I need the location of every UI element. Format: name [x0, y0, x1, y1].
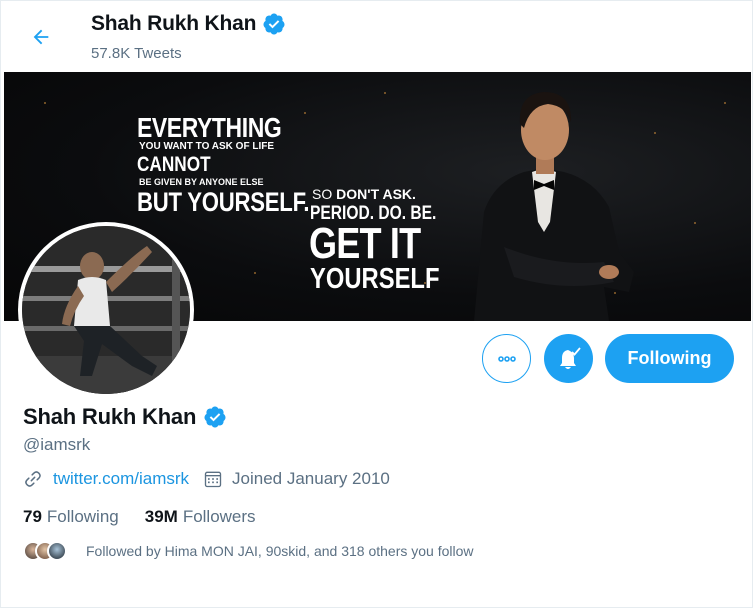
profile-avatar[interactable] — [18, 222, 194, 398]
following-button[interactable]: Following — [605, 334, 734, 383]
avatar-image — [22, 226, 190, 394]
more-horizontal-icon — [497, 355, 516, 362]
joined-date: Joined January 2010 — [232, 469, 390, 488]
followed-by-text: Followed by Hima MON JAI, 90skid, and 31… — [86, 543, 474, 559]
bell-check-icon — [559, 346, 581, 369]
link-icon — [25, 471, 41, 487]
followers-count: 39M — [144, 507, 178, 526]
follow-stats: 79 Following 39M Followers — [23, 507, 256, 527]
banner-text-line: BUT YOURSELF. — [137, 187, 310, 217]
followers-count-link[interactable]: 39M Followers — [145, 507, 256, 527]
header-title: Shah Rukh Khan — [91, 12, 286, 36]
profile-name: Shah Rukh Khan — [23, 404, 197, 429]
back-button[interactable] — [23, 19, 59, 55]
more-options-button[interactable] — [482, 334, 531, 383]
following-count-link[interactable]: 79 Following — [23, 507, 119, 527]
banner-text-line: YOURSELF — [310, 263, 440, 295]
profile-handle: @iamsrk — [23, 435, 91, 454]
profile-website-link[interactable]: twitter.com/iamsrk — [53, 469, 189, 489]
banner-text-line: SO DON'T ASK. — [312, 186, 416, 202]
mutual-follower-avatars — [23, 541, 79, 561]
banner-text-line: EVERYTHING — [137, 112, 282, 143]
banner-text-line: YOU WANT TO ASK OF LIFE — [139, 141, 274, 152]
verified-badge-icon — [204, 406, 226, 428]
following-count: 79 — [23, 507, 42, 526]
banner-text-line: CANNOT — [137, 153, 211, 176]
tweet-count: 57.8K Tweets — [91, 45, 182, 62]
banner-text-line: GET IT — [309, 219, 421, 268]
banner-text-line: BE GIVEN BY ANYONE ELSE — [139, 177, 264, 187]
following-label: Following — [46, 507, 119, 526]
avatar-photo — [22, 226, 190, 394]
profile-name-row: Shah Rukh Khan — [23, 404, 227, 430]
profile-page: Shah Rukh Khan 57.8K Tweets EVERYTHING Y… — [0, 0, 753, 608]
followers-label: Followers — [182, 507, 256, 526]
calendar-icon — [204, 471, 222, 488]
mutual-avatar — [47, 541, 67, 561]
verified-badge-icon — [263, 13, 285, 35]
banner-portrait-image — [474, 92, 634, 321]
profile-meta: twitter.com/iamsrk Joined January 2010 — [23, 469, 390, 489]
arrow-left-icon — [33, 29, 49, 45]
header-name: Shah Rukh Khan — [91, 12, 257, 35]
notifications-toggle-button[interactable] — [544, 334, 593, 383]
followed-by-row[interactable]: Followed by Hima MON JAI, 90skid, and 31… — [23, 541, 474, 561]
